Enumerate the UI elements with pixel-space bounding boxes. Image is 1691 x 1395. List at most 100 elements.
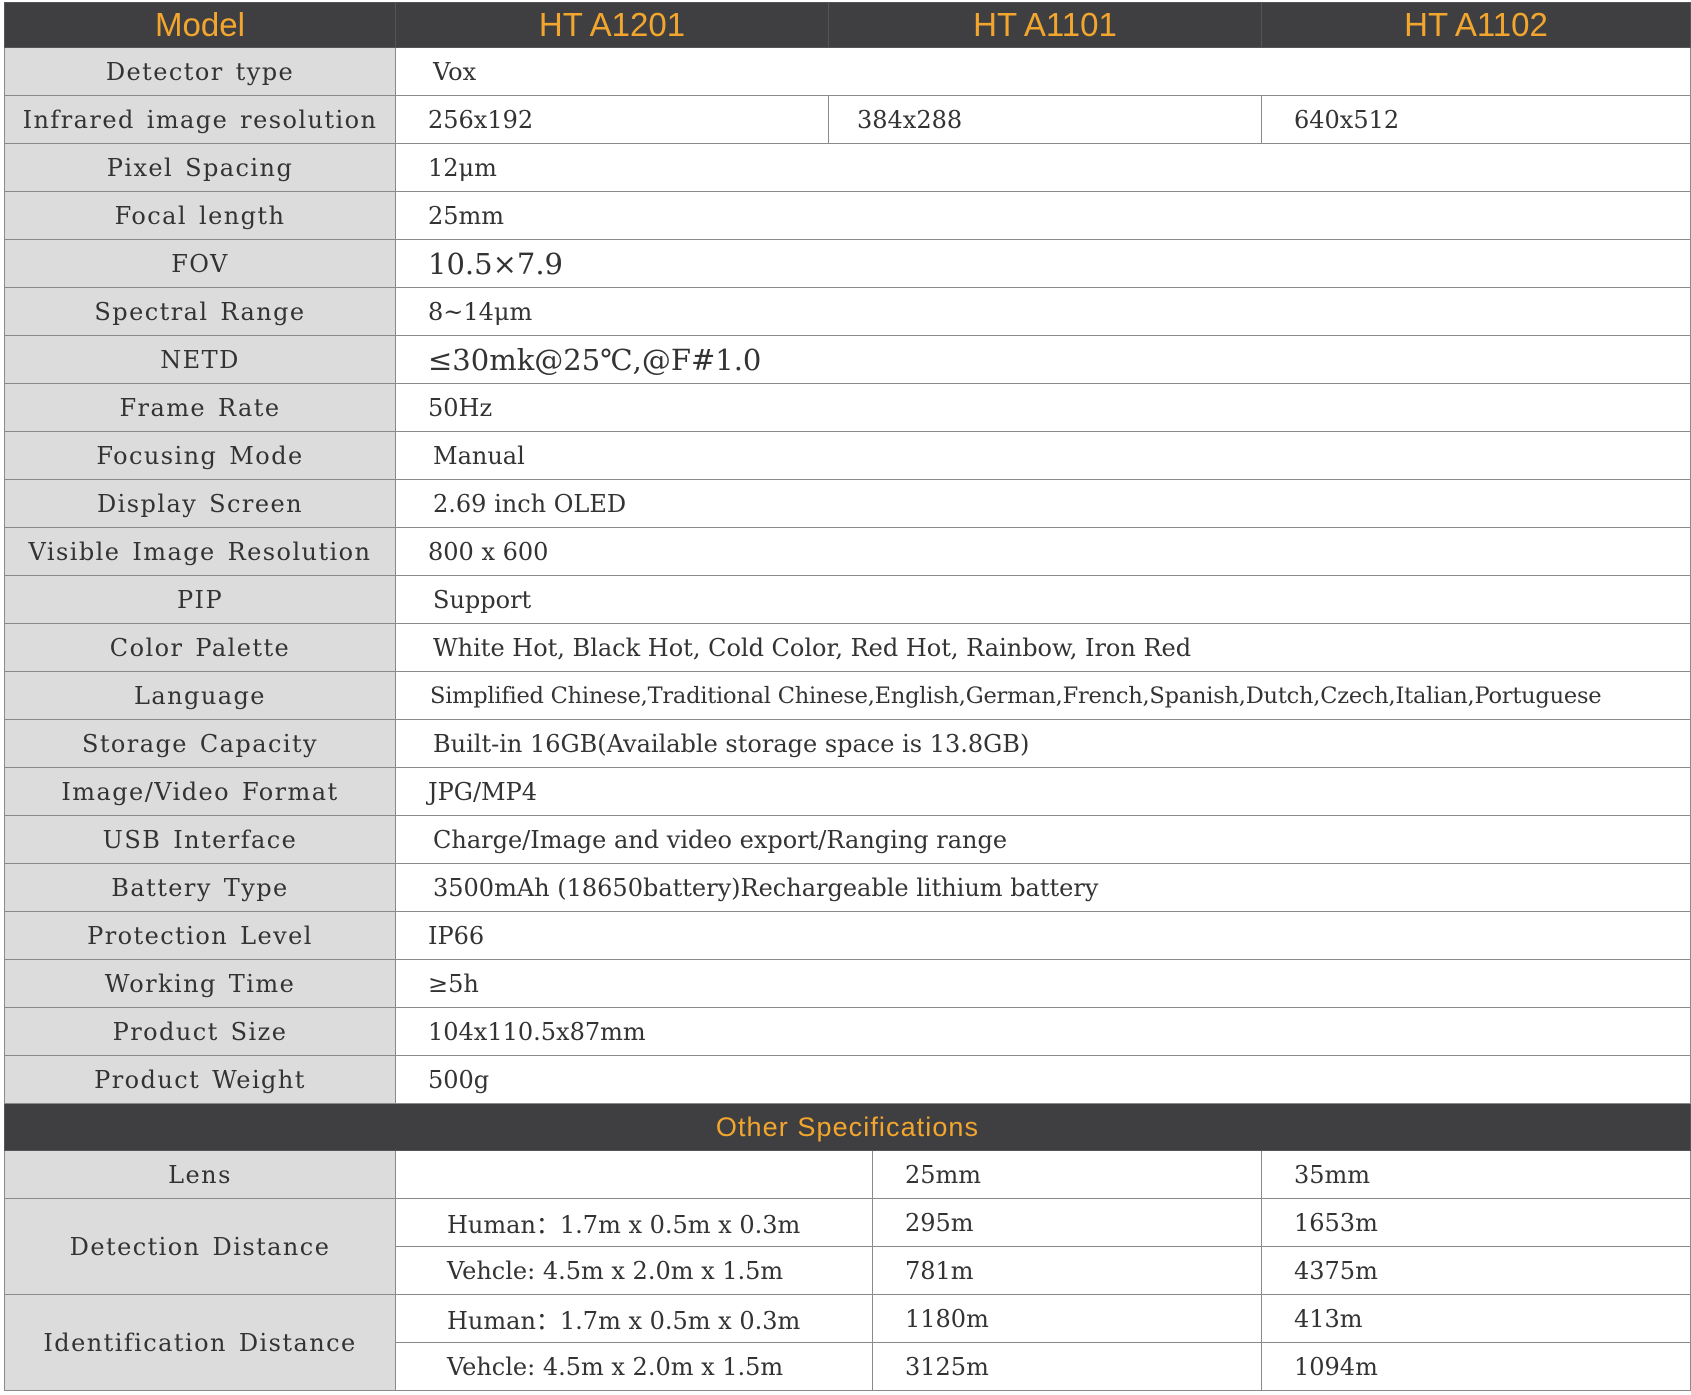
header-row: Model HT A1201 HT A1101 HT A1102 — [4, 2, 1691, 48]
detection-target-human: Human：1.7m x 0.5m x 0.3m — [395, 1198, 873, 1247]
lens-35mm: 35mm — [1261, 1150, 1691, 1199]
identification-vehicle-35mm: 1094m — [1261, 1342, 1691, 1391]
spec-row-language: Language Simplified Chinese,Traditional … — [4, 671, 1691, 720]
detection-target-vehicle: Vehcle: 4.5m x 2.0m x 1.5m — [395, 1246, 873, 1295]
identification-vehicle-25mm: 3125m — [872, 1342, 1262, 1391]
detection-row-human: Detection Distance Human：1.7m x 0.5m x 0… — [4, 1198, 1691, 1295]
spec-value: Simplified Chinese,Traditional Chinese,E… — [395, 671, 1691, 720]
lens-25mm: 25mm — [872, 1150, 1262, 1199]
spec-value: 10.5×7.9 — [395, 239, 1691, 288]
detection-human-35mm: 1653m — [1261, 1198, 1691, 1247]
spec-row-focal-length: Focal length 25mm — [4, 191, 1691, 240]
spec-label: Image/Video Format — [4, 767, 396, 816]
spec-row-ir-resolution: Infrared image resolution 256x192 384x28… — [4, 95, 1691, 144]
spec-value: IP66 — [395, 911, 1691, 960]
spec-row-frame-rate: Frame Rate 50Hz — [4, 383, 1691, 432]
spec-value: ≤30mk@25℃,@F#1.0 — [395, 335, 1691, 384]
spec-row-spectral-range: Spectral Range 8~14μm — [4, 287, 1691, 336]
identification-human-25mm: 1180m — [872, 1294, 1262, 1343]
spec-value: Support — [395, 575, 1691, 624]
spec-row-display-screen: Display Screen 2.69 inch OLED — [4, 479, 1691, 528]
spec-label: Frame Rate — [4, 383, 396, 432]
spec-label: Working Time — [4, 959, 396, 1008]
spec-row-focusing-mode: Focusing Mode Manual — [4, 431, 1691, 480]
spec-label: Spectral Range — [4, 287, 396, 336]
identification-distance-label: Identification Distance — [4, 1294, 396, 1391]
spec-value: 104x110.5x87mm — [395, 1007, 1691, 1056]
spec-value: Built-in 16GB(Available storage space is… — [395, 719, 1691, 768]
spec-row-working-time: Working Time ≥5h — [4, 959, 1691, 1008]
spec-label: Protection Level — [4, 911, 396, 960]
spec-value: Manual — [395, 431, 1691, 480]
detection-vehicle-25mm: 781m — [872, 1246, 1262, 1295]
target-text: Human：1.7m x 0.5m x 0.3m — [447, 1307, 801, 1335]
spec-row-pixel-spacing: Pixel Spacing 12μm — [4, 143, 1691, 192]
other-specs-title: Other Specifications — [4, 1103, 1691, 1151]
spec-value: 12μm — [395, 143, 1691, 192]
spec-label: Visible Image Resolution — [4, 527, 396, 576]
spec-label: NETD — [4, 335, 396, 384]
spec-label: Pixel Spacing — [4, 143, 396, 192]
target-text: Vehcle: 4.5m x 2.0m x 1.5m — [447, 1256, 784, 1285]
spec-row-storage-capacity: Storage Capacity Built-in 16GB(Available… — [4, 719, 1691, 768]
spec-label: Product Weight — [4, 1055, 396, 1104]
spec-value: ≥5h — [395, 959, 1691, 1008]
spec-value: 3500mAh (18650battery)Rechargeable lithi… — [395, 863, 1691, 912]
spec-value: 25mm — [395, 191, 1691, 240]
target-text: Vehcle: 4.5m x 2.0m x 1.5m — [447, 1352, 784, 1381]
spec-label: Display Screen — [4, 479, 396, 528]
identification-row-human: Identification Distance Human：1.7m x 0.5… — [4, 1294, 1691, 1391]
spec-value: 800 x 600 — [395, 527, 1691, 576]
spec-value-ht-a1101: 384x288 — [828, 95, 1262, 144]
spec-value: 8~14μm — [395, 287, 1691, 336]
spec-value: 50Hz — [395, 383, 1691, 432]
model-label: Model — [4, 2, 396, 48]
spec-table: Model HT A1201 HT A1101 HT A1102 Detecto… — [4, 2, 1691, 1391]
spec-row-detector-type: Detector type Vox — [4, 47, 1691, 96]
model-ht-a1201: HT A1201 — [395, 2, 829, 48]
spec-value: 500g — [395, 1055, 1691, 1104]
spec-row-protection-level: Protection Level IP66 — [4, 911, 1691, 960]
lens-label: Lens — [4, 1150, 396, 1199]
spec-row-netd: NETD ≤30mk@25℃,@F#1.0 — [4, 335, 1691, 384]
spec-row-visible-resolution: Visible Image Resolution 800 x 600 — [4, 527, 1691, 576]
lens-row: Lens 25mm 35mm — [4, 1150, 1691, 1199]
spec-row-pip: PIP Support — [4, 575, 1691, 624]
spec-label: Focal length — [4, 191, 396, 240]
model-ht-a1102: HT A1102 — [1261, 2, 1691, 48]
spec-row-color-palette: Color Palette White Hot, Black Hot, Cold… — [4, 623, 1691, 672]
spec-row-battery-type: Battery Type 3500mAh (18650battery)Recha… — [4, 863, 1691, 912]
target-text: Human：1.7m x 0.5m x 0.3m — [447, 1211, 801, 1239]
spec-row-format: Image/Video Format JPG/MP4 — [4, 767, 1691, 816]
spec-label: Detector type — [4, 47, 396, 96]
detection-distance-label: Detection Distance — [4, 1198, 396, 1295]
detection-vehicle-35mm: 4375m — [1261, 1246, 1691, 1295]
lens-blank — [395, 1150, 873, 1199]
spec-value: Charge/Image and video export/Ranging ra… — [395, 815, 1691, 864]
spec-label: Product Size — [4, 1007, 396, 1056]
spec-label: USB Interface — [4, 815, 396, 864]
model-ht-a1101: HT A1101 — [828, 2, 1262, 48]
spec-value: 2.69 inch OLED — [395, 479, 1691, 528]
identification-human-35mm: 413m — [1261, 1294, 1691, 1343]
spec-row-product-size: Product Size 104x110.5x87mm — [4, 1007, 1691, 1056]
spec-label: PIP — [4, 575, 396, 624]
other-specs-header-row: Other Specifications — [4, 1103, 1691, 1151]
spec-value: Vox — [395, 47, 1691, 96]
spec-row-fov: FOV 10.5×7.9 — [4, 239, 1691, 288]
identification-target-vehicle: Vehcle: 4.5m x 2.0m x 1.5m — [395, 1342, 873, 1391]
spec-row-usb-interface: USB Interface Charge/Image and video exp… — [4, 815, 1691, 864]
spec-label: Infrared image resolution — [4, 95, 396, 144]
spec-label: Language — [4, 671, 396, 720]
spec-label: Focusing Mode — [4, 431, 396, 480]
spec-label: FOV — [4, 239, 396, 288]
identification-target-human: Human：1.7m x 0.5m x 0.3m — [395, 1294, 873, 1343]
spec-value-ht-a1102: 640x512 — [1261, 95, 1691, 144]
spec-label: Storage Capacity — [4, 719, 396, 768]
spec-value: White Hot, Black Hot, Cold Color, Red Ho… — [395, 623, 1691, 672]
spec-value-ht-a1201: 256x192 — [395, 95, 829, 144]
spec-row-product-weight: Product Weight 500g — [4, 1055, 1691, 1104]
detection-human-25mm: 295m — [872, 1198, 1262, 1247]
spec-label: Battery Type — [4, 863, 396, 912]
spec-label: Color Palette — [4, 623, 396, 672]
